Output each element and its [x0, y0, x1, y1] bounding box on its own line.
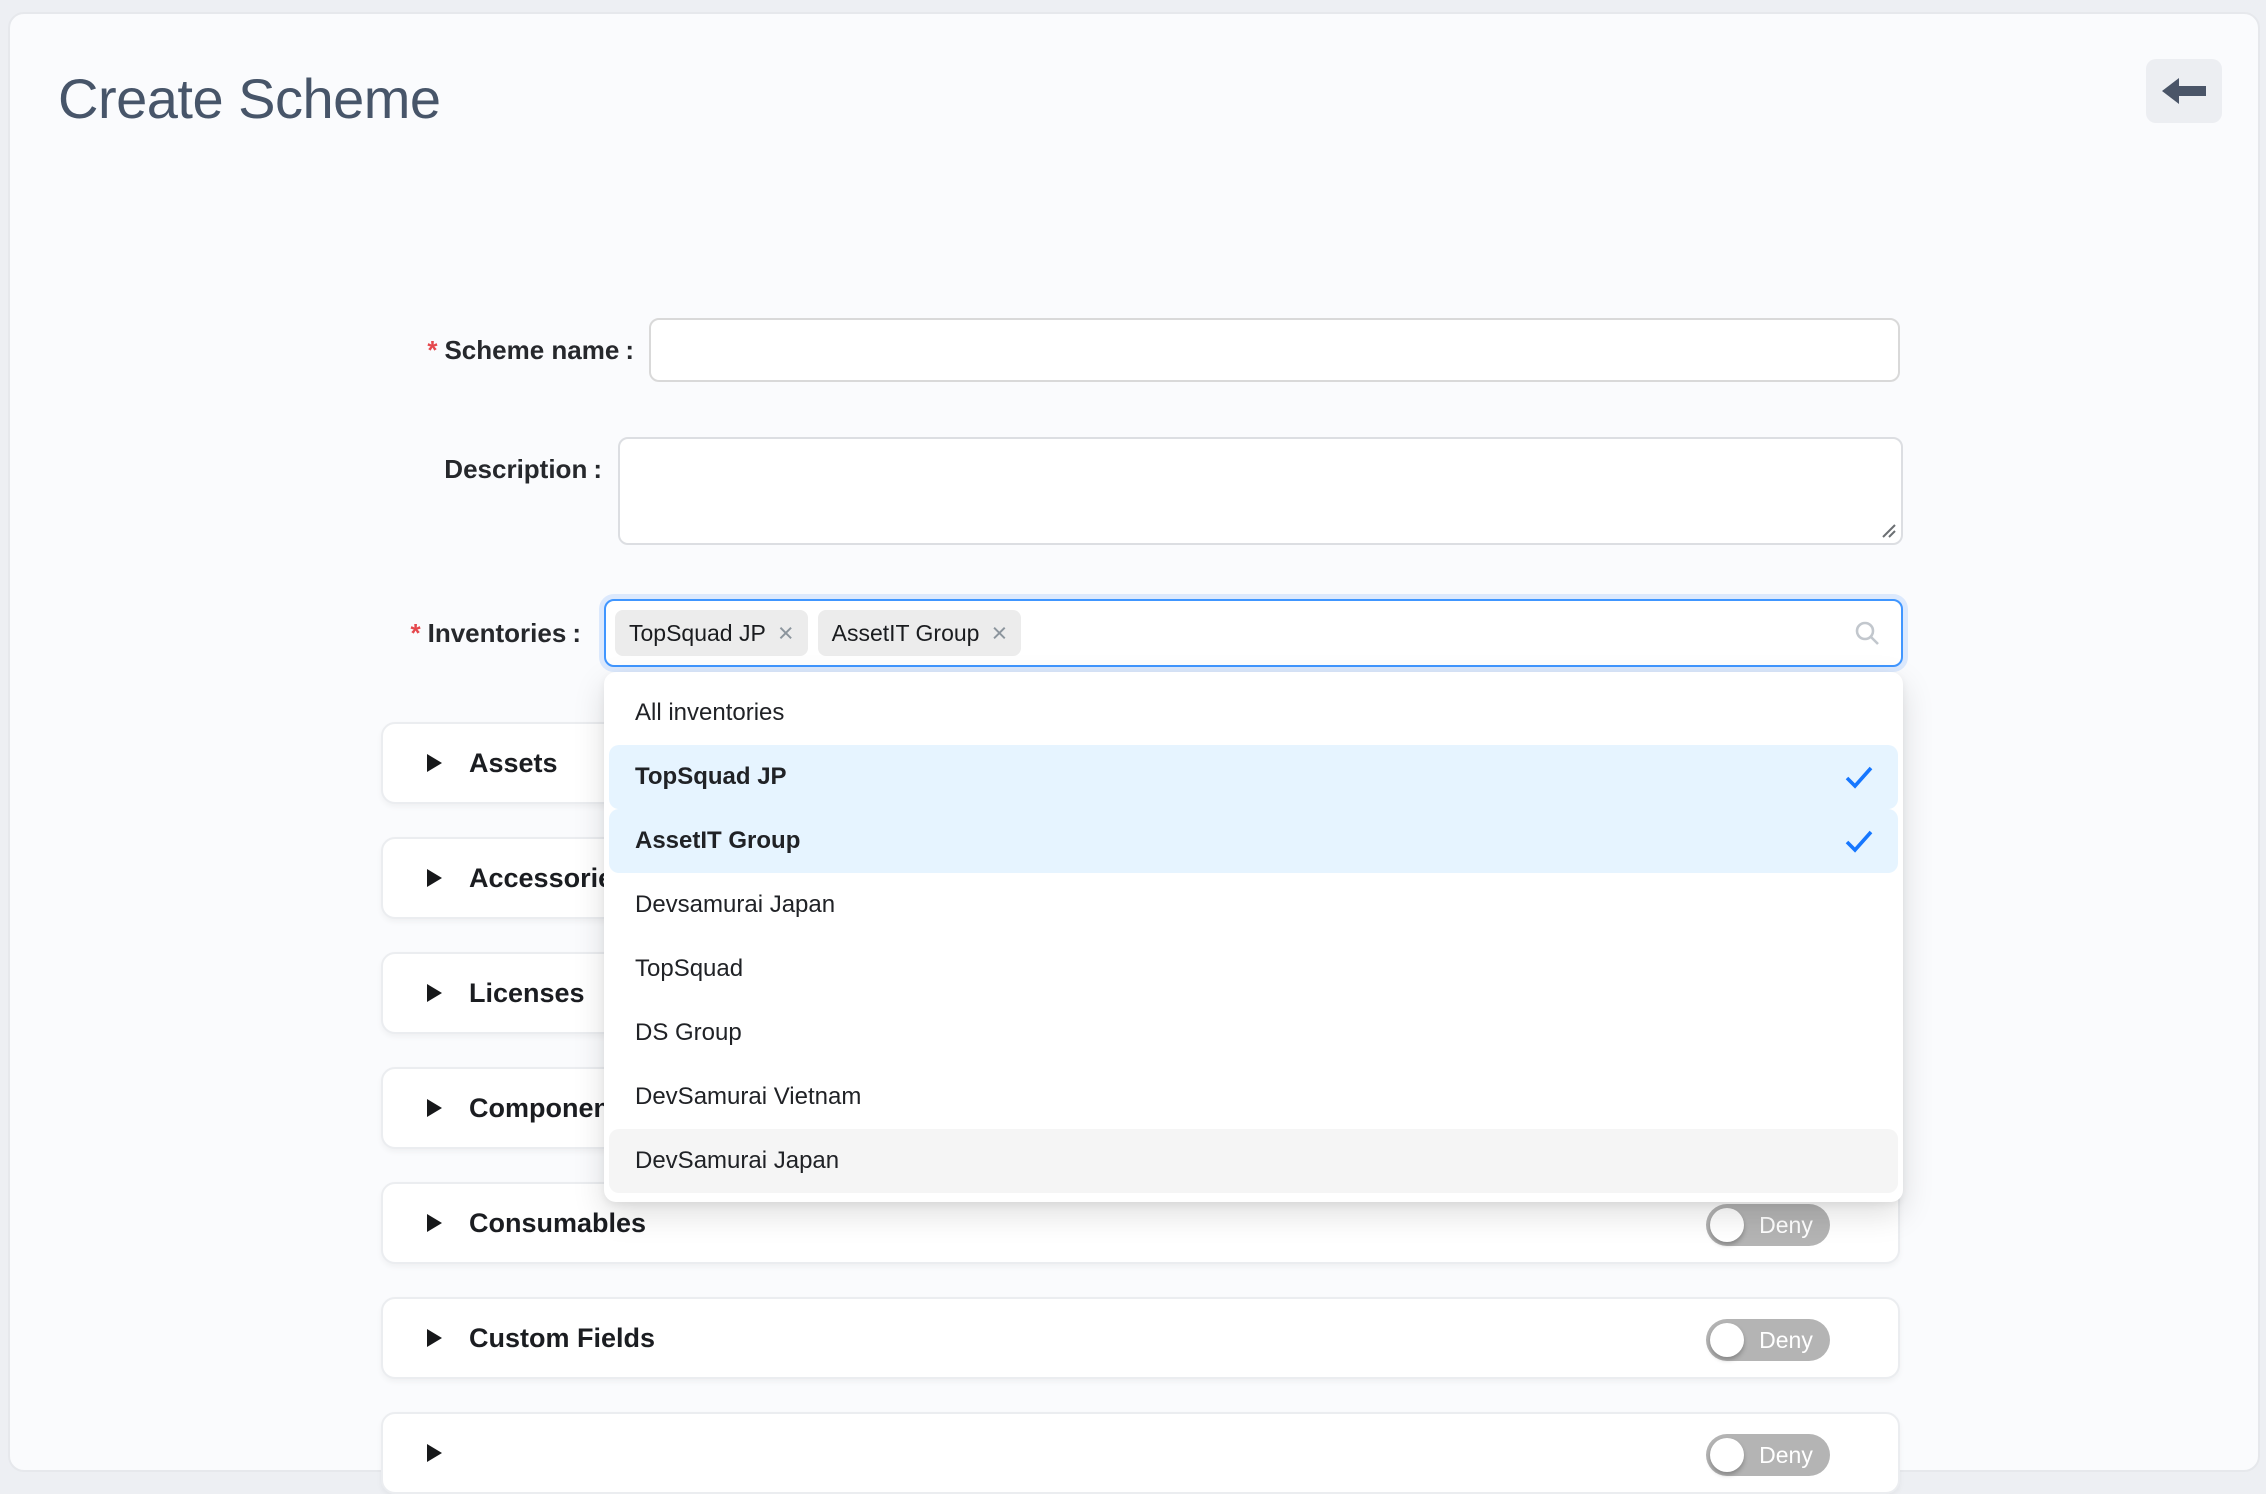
dropdown-option[interactable]: TopSquad — [609, 937, 1898, 1001]
caret-right-icon — [427, 1444, 442, 1462]
dropdown-option[interactable]: AssetIT Group — [609, 809, 1898, 873]
field-label-text: Scheme name — [444, 335, 619, 366]
panel-title: Assets — [469, 748, 558, 779]
field-label-text: Inventories — [428, 618, 567, 649]
back-button[interactable] — [2146, 59, 2222, 123]
dropdown-option[interactable]: TopSquad JP — [609, 745, 1898, 809]
arrow-left-icon — [2161, 75, 2207, 107]
toggle-label: Deny — [1752, 1434, 1820, 1476]
caret-right-icon — [427, 984, 442, 1002]
label-colon: : — [625, 335, 634, 366]
tag-label: AssetIT Group — [832, 620, 980, 647]
search-icon — [1853, 619, 1881, 647]
panel-title: Licenses — [469, 978, 585, 1009]
inventories-label: * Inventories : — [10, 601, 581, 665]
panel-title: Consumables — [469, 1208, 646, 1239]
label-colon: : — [593, 454, 602, 485]
inventories-select[interactable]: TopSquad JP × AssetIT Group × — [604, 599, 1903, 667]
label-colon: : — [572, 618, 581, 649]
close-icon[interactable]: × — [991, 620, 1007, 647]
permission-panel[interactable]: Custom Fields Deny — [381, 1297, 1900, 1379]
inventories-dropdown: All inventories TopSquad JP AssetIT Grou… — [604, 672, 1903, 1202]
field-label-text: Description — [444, 454, 587, 485]
option-label: DS Group — [635, 1019, 742, 1047]
option-label: DevSamurai Vietnam — [635, 1083, 861, 1111]
toggle-knob — [1710, 1208, 1744, 1242]
panel-title: Custom Fields — [469, 1323, 655, 1354]
tag-label: TopSquad JP — [629, 620, 766, 647]
description-field-wrap — [618, 437, 1903, 545]
deny-toggle[interactable]: Deny — [1706, 1319, 1830, 1361]
deny-toggle[interactable]: Deny — [1706, 1434, 1830, 1476]
option-label: All inventories — [635, 699, 784, 727]
selected-tag: AssetIT Group × — [818, 610, 1022, 656]
selected-tag: TopSquad JP × — [615, 610, 808, 656]
dropdown-option[interactable]: DS Group — [609, 1001, 1898, 1065]
option-label: TopSquad JP — [635, 763, 787, 791]
scheme-name-label: * Scheme name : — [10, 318, 634, 382]
dropdown-option[interactable]: DevSamurai Vietnam — [609, 1065, 1898, 1129]
dropdown-option[interactable]: Devsamurai Japan — [609, 873, 1898, 937]
description-textarea[interactable] — [618, 437, 1903, 545]
caret-right-icon — [427, 1329, 442, 1347]
resize-handle-icon[interactable] — [1877, 519, 1897, 539]
toggle-knob — [1710, 1438, 1744, 1472]
option-label: DevSamurai Japan — [635, 1147, 839, 1175]
dropdown-option[interactable]: DevSamurai Japan — [609, 1129, 1898, 1193]
caret-right-icon — [427, 1099, 442, 1117]
option-label: AssetIT Group — [635, 827, 800, 855]
option-label: TopSquad — [635, 955, 743, 983]
caret-right-icon — [427, 869, 442, 887]
toggle-knob — [1710, 1323, 1744, 1357]
check-icon — [1844, 828, 1874, 854]
dropdown-option[interactable]: All inventories — [609, 681, 1898, 745]
create-scheme-card: Create Scheme * Scheme name : * Descript… — [8, 12, 2260, 1472]
required-asterisk: * — [410, 618, 420, 649]
close-icon[interactable]: × — [778, 620, 794, 647]
check-icon — [1844, 764, 1874, 790]
caret-right-icon — [427, 754, 442, 772]
page-title: Create Scheme — [58, 66, 441, 131]
description-label: * Description : — [10, 437, 602, 501]
toggle-label: Deny — [1752, 1204, 1820, 1246]
required-asterisk: * — [427, 335, 437, 366]
deny-toggle[interactable]: Deny — [1706, 1204, 1830, 1246]
scheme-name-input[interactable] — [649, 318, 1900, 382]
option-label: Devsamurai Japan — [635, 891, 835, 919]
permission-panel[interactable]: Deny — [381, 1412, 1900, 1494]
caret-right-icon — [427, 1214, 442, 1232]
toggle-label: Deny — [1752, 1319, 1820, 1361]
